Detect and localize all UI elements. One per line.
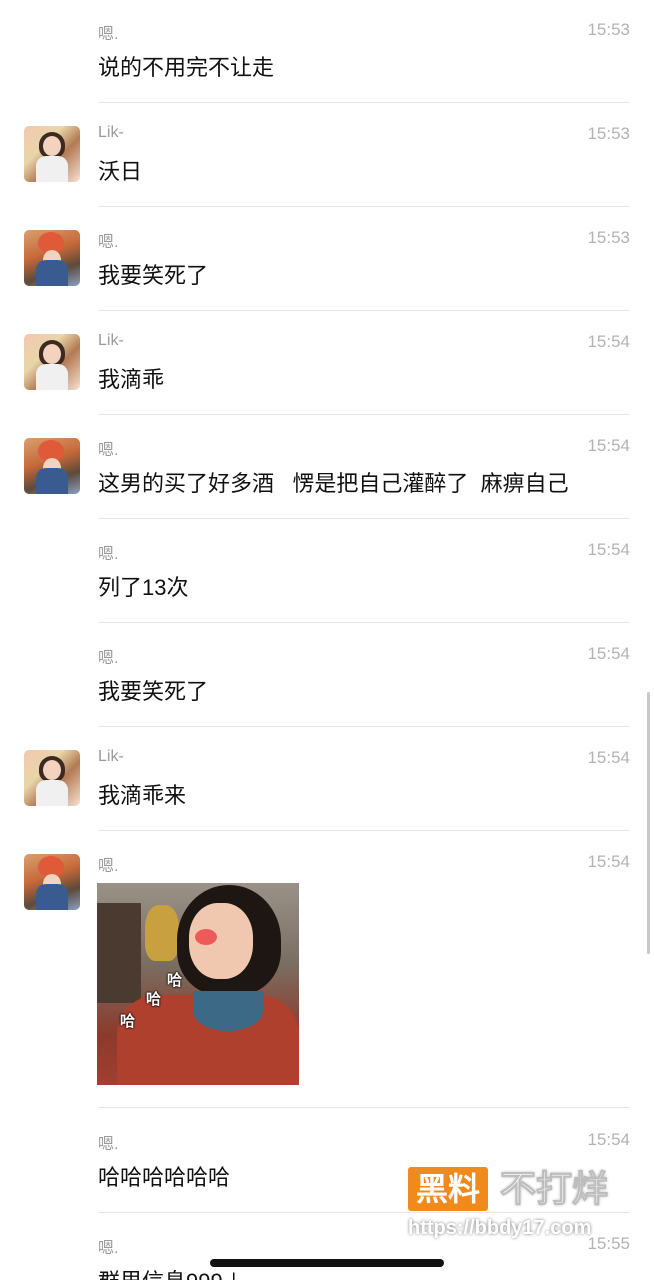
sender-name: 嗯.: [98, 234, 119, 251]
divider: [98, 1107, 630, 1108]
divider: [98, 830, 630, 831]
watermark-badge: 黑料: [408, 1167, 489, 1211]
scrollbar[interactable]: [647, 692, 650, 954]
message-time: 15:54: [587, 436, 630, 455]
message-text[interactable]: 我要笑死了: [98, 258, 208, 290]
avatar-en[interactable]: [24, 438, 80, 494]
message-time: 15:54: [587, 540, 630, 559]
message-time: 15:53: [587, 20, 630, 39]
message-text[interactable]: 说的不用完不让走: [98, 50, 274, 82]
message-text[interactable]: 列了13次: [98, 570, 188, 602]
sender-name: 嗯.: [98, 26, 119, 43]
sender-name: 嗯.: [98, 650, 119, 667]
message-time: 15:53: [587, 124, 630, 143]
sender-name: 嗯.: [98, 442, 119, 459]
message-time: 15:54: [587, 332, 630, 351]
watermark: 黑料 不打烊 https://bbdy17.com: [408, 1165, 632, 1245]
message-text[interactable]: 沃日: [98, 154, 142, 186]
avatar-lik[interactable]: [24, 126, 80, 182]
divider: [98, 622, 630, 623]
sender-name: 嗯.: [98, 546, 119, 563]
avatar-lik[interactable]: [24, 750, 80, 806]
message-text[interactable]: 我要笑死了: [98, 674, 208, 706]
home-indicator[interactable]: [210, 1259, 444, 1267]
sticker-caption: 哈: [120, 1013, 136, 1030]
message-time: 15:54: [587, 1130, 630, 1149]
sticker-caption: 哈: [146, 991, 162, 1008]
watermark-url: https://bbdy17.com: [408, 1217, 592, 1239]
sender-name: 嗯.: [98, 858, 119, 875]
message-text[interactable]: 我滴乖来: [98, 778, 186, 810]
divider: [98, 310, 630, 311]
sender-name: 嗯.: [98, 1240, 119, 1257]
message-text[interactable]: 我滴乖: [98, 362, 164, 394]
divider: [98, 518, 630, 519]
watermark-title: 不打烊: [499, 1168, 609, 1210]
message-time: 15:53: [587, 228, 630, 247]
divider: [98, 206, 630, 207]
laughing-sticker-image[interactable]: 哈 哈 哈: [97, 883, 299, 1085]
sender-name: 嗯.: [98, 1136, 119, 1153]
divider: [98, 102, 630, 103]
avatar-lik[interactable]: [24, 334, 80, 390]
sender-name: Lik-: [98, 748, 124, 765]
divider: [98, 414, 630, 415]
message-text[interactable]: 这男的买了好多酒 愣是把自己灌醉了 麻痹自己: [98, 466, 569, 498]
avatar-en[interactable]: [24, 854, 80, 910]
message-text[interactable]: 哈哈哈哈哈哈: [98, 1160, 230, 1192]
message-time: 15:54: [587, 852, 630, 871]
sticker-caption: 哈: [167, 972, 183, 989]
avatar-en[interactable]: [24, 230, 80, 286]
sender-name: Lik-: [98, 332, 124, 349]
message-time: 15:54: [587, 748, 630, 767]
divider: [98, 726, 630, 727]
message-time: 15:54: [587, 644, 630, 663]
sender-name: Lik-: [98, 124, 124, 141]
